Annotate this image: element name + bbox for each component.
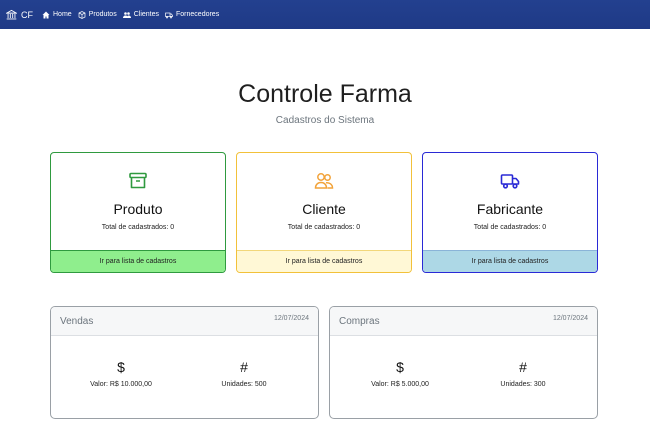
hash-icon: # bbox=[240, 359, 248, 375]
card-count: Total de cadastrados: 0 bbox=[101, 224, 175, 231]
panel-header: Compras 12/07/2024 bbox=[330, 307, 597, 336]
stat-valor-label: Valor: R$ 5.000,00 bbox=[371, 381, 429, 388]
card-title: Fabricante bbox=[476, 201, 544, 217]
panel-date: 12/07/2024 bbox=[273, 315, 309, 322]
nav-clientes[interactable]: Clientes bbox=[122, 11, 160, 19]
truck-icon bbox=[165, 12, 173, 18]
home-icon bbox=[42, 11, 50, 18]
nav-produtos[interactable]: Produtos bbox=[78, 10, 117, 19]
card-link-cliente[interactable]: Ir para lista de cadastros bbox=[237, 250, 411, 272]
card-count: Total de cadastrados: 0 bbox=[287, 224, 361, 231]
nav-home[interactable]: Home bbox=[42, 11, 72, 19]
brand-label: CF bbox=[21, 9, 33, 20]
panel-vendas: Vendas 12/07/2024 $ Valor: R$ 10.000,00 … bbox=[50, 306, 319, 419]
brand-link[interactable]: CF bbox=[6, 9, 33, 20]
nav-fornecedores[interactable]: Fornecedores bbox=[165, 11, 219, 19]
panel-title: Compras bbox=[339, 316, 380, 327]
card-produto: Produto Total de cadastrados: 0 Ir para … bbox=[50, 152, 226, 273]
panel-compras: Compras 12/07/2024 $ Valor: R$ 5.000,00 … bbox=[329, 306, 598, 419]
box-icon bbox=[78, 10, 86, 19]
dollar-icon: $ bbox=[396, 359, 404, 375]
stat-unidades: # Unidades: 500 bbox=[189, 359, 299, 388]
users-icon bbox=[122, 11, 131, 18]
nav-home-label: Home bbox=[53, 11, 72, 18]
truck-icon bbox=[500, 174, 520, 189]
page-subtitle: Cadastros do Sistema bbox=[275, 115, 375, 126]
panel-date: 12/07/2024 bbox=[552, 315, 588, 322]
nav-fornecedores-label: Fornecedores bbox=[176, 11, 220, 18]
card-title: Cliente bbox=[302, 201, 346, 217]
stat-unidades-label: Unidades: 500 bbox=[221, 381, 267, 388]
bank-icon bbox=[6, 9, 17, 20]
hash-icon: # bbox=[519, 359, 527, 375]
stat-unidades-label: Unidades: 300 bbox=[500, 381, 546, 388]
stat-valor-label: Valor: R$ 10.000,00 bbox=[90, 381, 152, 388]
card-link-produto[interactable]: Ir para lista de cadastros bbox=[51, 250, 225, 272]
panel-title: Vendas bbox=[60, 316, 94, 327]
panel-header: Vendas 12/07/2024 bbox=[51, 307, 318, 336]
archive-icon bbox=[129, 172, 147, 189]
dollar-icon: $ bbox=[117, 359, 125, 375]
page-title: Controle Farma bbox=[238, 80, 412, 108]
people-icon bbox=[314, 173, 334, 189]
card-fabricante: Fabricante Total de cadastrados: 0 Ir pa… bbox=[422, 152, 598, 273]
card-cliente: Cliente Total de cadastrados: 0 Ir para … bbox=[236, 152, 412, 273]
nav-clientes-label: Clientes bbox=[133, 11, 160, 18]
top-navbar: CF Home Produtos Clientes Fornecedores bbox=[0, 0, 650, 29]
stat-valor: $ Valor: R$ 5.000,00 bbox=[345, 359, 455, 388]
nav-produtos-label: Produtos bbox=[88, 11, 117, 18]
card-title: Produto bbox=[113, 201, 163, 217]
card-link-fabricante[interactable]: Ir para lista de cadastros bbox=[423, 250, 597, 272]
stat-unidades: # Unidades: 300 bbox=[468, 359, 578, 388]
card-count: Total de cadastrados: 0 bbox=[473, 224, 547, 231]
stat-valor: $ Valor: R$ 10.000,00 bbox=[66, 359, 176, 388]
